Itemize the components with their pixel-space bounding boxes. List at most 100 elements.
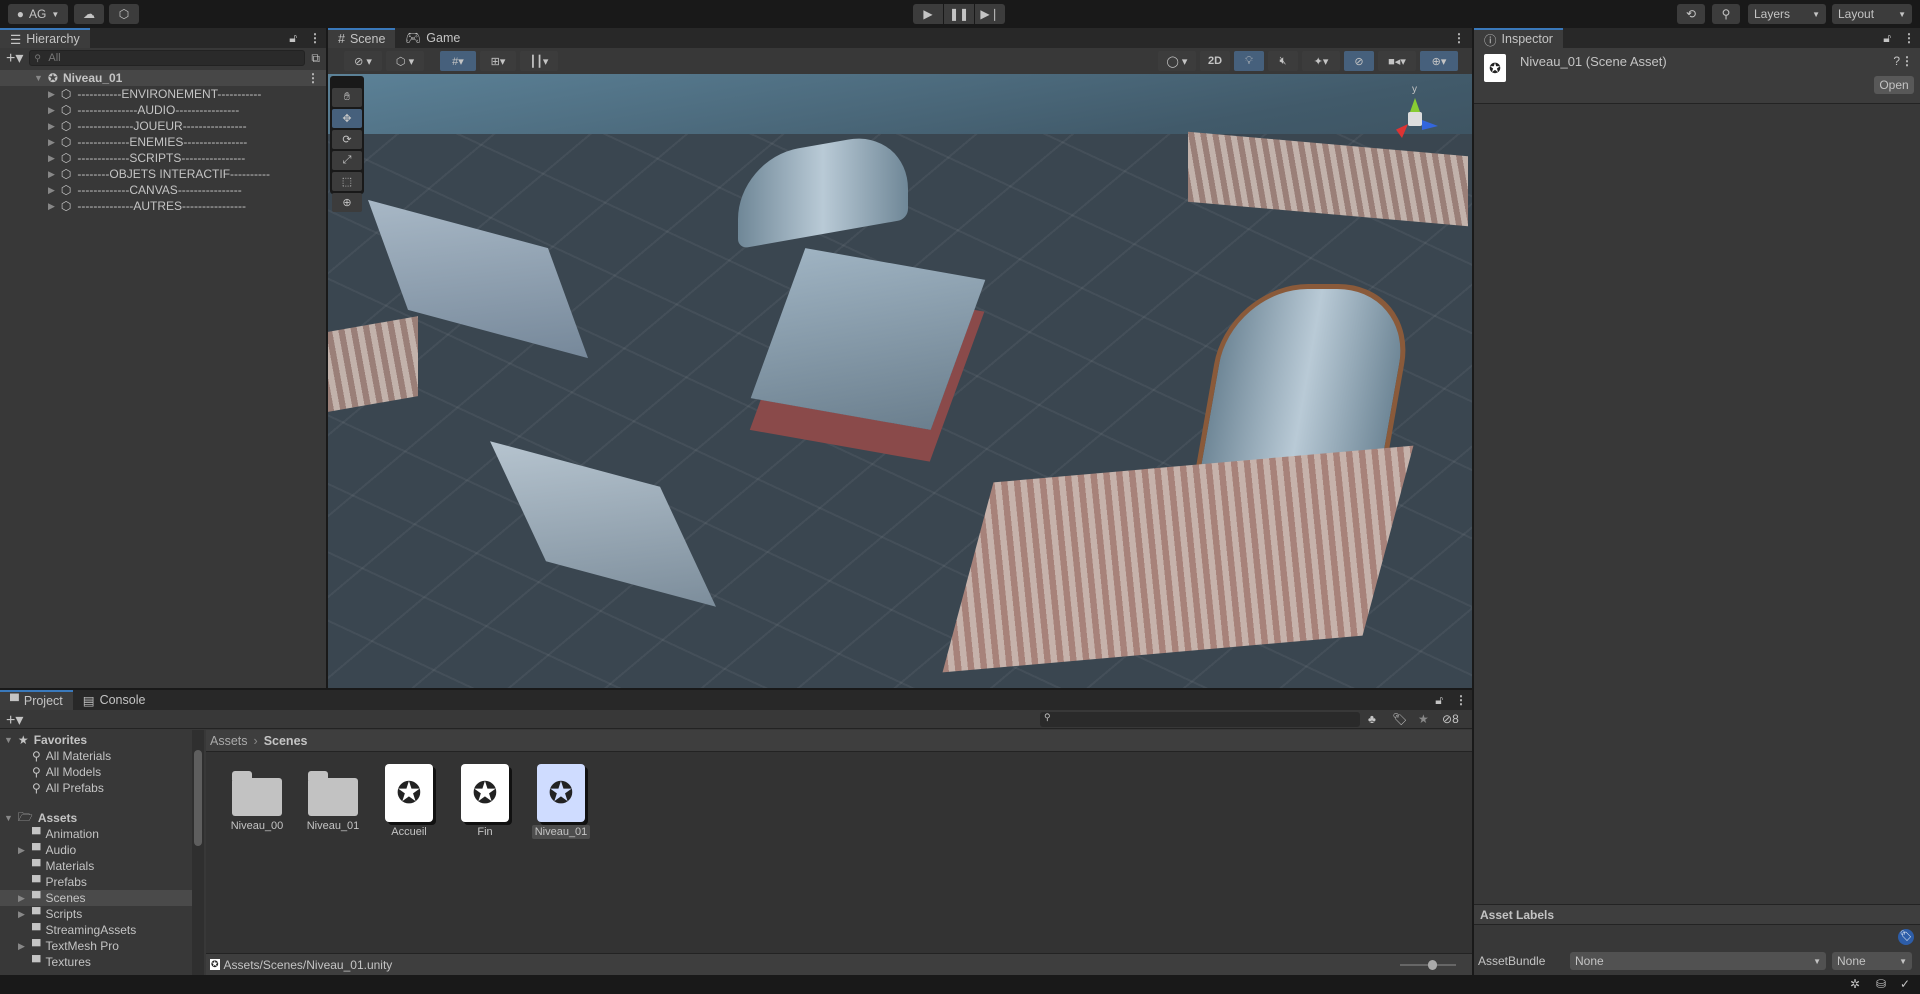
hierarchy-item[interactable]: ▶ ⬡ --------------JOUEUR---------------- — [0, 118, 326, 134]
account-button[interactable]: ● AG ▼ — [8, 4, 68, 24]
asset-folder-item[interactable]: ▶ ▀ TextMesh Pro — [0, 938, 192, 954]
open-button[interactable]: Open — [1874, 76, 1914, 94]
layers-dropdown[interactable]: Layers ▼ — [1748, 4, 1826, 24]
scale-tool[interactable]: ⤢ — [332, 151, 362, 170]
tab-scene[interactable]: # Scene — [328, 28, 396, 48]
hierarchy-item[interactable]: ▶ ⬡ -----------ENVIRONEMENT----------- — [0, 86, 326, 102]
asset-folder-item[interactable]: ▀ Textures — [0, 954, 192, 970]
rect-tool[interactable]: ⬚ — [332, 172, 362, 191]
asset-tile[interactable]: ✪ Niveau_01 — [526, 762, 596, 839]
history-button[interactable]: ⟲ — [1677, 4, 1705, 24]
project-tree-scrollbar[interactable] — [192, 730, 204, 975]
rotate-tool[interactable]: ⟳ — [332, 130, 362, 149]
tool-handle-dropdown[interactable]: ⊘ ▾ — [344, 51, 382, 71]
lock-icon[interactable]: 🔓︎ — [1429, 690, 1449, 710]
snap-dropdown[interactable]: ⊞▾ — [480, 51, 516, 71]
step-button[interactable]: ▶❘ — [975, 4, 1005, 24]
tab-inspector[interactable]: ⓘ Inspector — [1474, 28, 1563, 48]
cloud-button[interactable]: ☁ — [74, 4, 104, 24]
asset-folder-item[interactable]: ▶ ▀ Scripts — [0, 906, 192, 922]
tab-game[interactable]: 🎮︎ Game — [395, 28, 470, 48]
expand-arrow-icon[interactable]: ▶ — [48, 169, 55, 180]
expand-arrow-icon[interactable]: ▶ — [48, 121, 55, 132]
add-button[interactable]: +▾ — [6, 710, 23, 730]
hidden-packages-icon[interactable]: ⊘8 — [1442, 712, 1459, 726]
lighting-toggle[interactable]: 💡︎ — [1234, 51, 1264, 71]
scene-root-row[interactable]: ▼ ✪ Niveau_01 ⋮ — [0, 70, 326, 86]
favorite-item[interactable]: ⚲ All Materials — [0, 748, 192, 764]
assets-header[interactable]: ▼ 🗁 Assets — [0, 810, 192, 826]
asset-folder-item[interactable]: ▶ ▀ Scenes — [0, 890, 192, 906]
layout-dropdown[interactable]: Layout ▼ — [1832, 4, 1912, 24]
expand-arrow-icon[interactable]: ▶ — [18, 845, 27, 856]
search-button[interactable]: ⚲ — [1712, 4, 1740, 24]
check-circle-icon[interactable]: ✓ — [1900, 977, 1910, 991]
cache-icon[interactable]: ⛁ — [1876, 977, 1886, 991]
expand-arrow-icon[interactable]: ▶ — [48, 105, 55, 116]
asset-variant-dropdown[interactable]: None ▼ — [1832, 952, 1912, 970]
expand-arrow-icon[interactable]: ▶ — [48, 185, 55, 196]
expand-arrow-icon[interactable]: ▶ — [48, 153, 55, 164]
debug-icon[interactable]: ✲ — [1850, 977, 1860, 991]
favorite-item[interactable]: ⚲ All Prefabs — [0, 780, 192, 796]
expand-arrow-icon[interactable]: ▼ — [34, 73, 43, 83]
camera-dropdown[interactable]: ■◂▾ — [1378, 51, 1416, 71]
toggle-2d-button[interactable]: 2D — [1200, 51, 1230, 71]
asset-folder-item[interactable]: ▀ Materials — [0, 858, 192, 874]
maximize-icon[interactable]: ⧉ — [311, 51, 320, 66]
expand-arrow-icon[interactable]: ▶ — [48, 89, 55, 100]
expand-arrow-icon[interactable]: ▶ — [48, 137, 55, 148]
grid-snap-dropdown[interactable]: #▾ — [440, 51, 476, 71]
hierarchy-item[interactable]: ▶ ⬡ -------------SCRIPTS---------------- — [0, 150, 326, 166]
asset-tile[interactable]: ✪ Accueil — [374, 762, 444, 838]
more-menu-icon[interactable]: ⋮ — [307, 71, 326, 85]
increment-snap-dropdown[interactable]: ┃┃▾ — [520, 51, 558, 71]
filter-type-icon[interactable]: ♣ — [1368, 712, 1376, 726]
shading-mode-dropdown[interactable]: ◯ ▾ — [1158, 51, 1196, 71]
more-menu-icon[interactable]: ⋮ — [1445, 28, 1472, 48]
expand-arrow-icon[interactable]: ▶ — [18, 941, 27, 952]
filter-label-icon[interactable]: 🏷︎ — [1392, 712, 1407, 726]
hidden-objects-toggle[interactable]: ⊘ — [1344, 51, 1374, 71]
asset-tile[interactable]: Niveau_01 — [298, 762, 368, 832]
audio-toggle[interactable]: 🔇︎ — [1268, 51, 1298, 71]
lock-icon[interactable]: 🔓︎ — [283, 28, 303, 48]
lock-icon[interactable]: 🔓︎ — [1877, 28, 1897, 48]
hand-tool[interactable]: ✋︎ — [332, 88, 362, 107]
asset-folder-item[interactable]: ▀ Prefabs — [0, 874, 192, 890]
favorites-header[interactable]: ▼ ★ Favorites — [0, 732, 192, 748]
asset-tile[interactable]: Niveau_00 — [222, 762, 292, 832]
asset-folder-item[interactable]: ▶ ▀ Audio — [0, 842, 192, 858]
tab-hierarchy[interactable]: ☰ Hierarchy — [0, 28, 90, 48]
pivot-dropdown[interactable]: ⬡ ▾ — [386, 51, 424, 71]
add-button[interactable]: +▾ — [6, 48, 23, 68]
asset-tile[interactable]: ✪ Fin — [450, 762, 520, 838]
collab-button[interactable]: ⬡ — [109, 4, 139, 24]
favorite-item[interactable]: ⚲ All Models — [0, 764, 192, 780]
tab-console[interactable]: ▤ Console — [73, 690, 156, 710]
hierarchy-search-input[interactable]: ⚲ All — [29, 50, 306, 66]
tag-icon[interactable]: 🏷︎ — [1898, 929, 1914, 945]
hierarchy-item[interactable]: ▶ ⬡ -------------ENEMIES---------------- — [0, 134, 326, 150]
more-menu-icon[interactable]: ⋮ — [1449, 690, 1472, 710]
effects-dropdown[interactable]: ✦▾ — [1302, 51, 1340, 71]
hierarchy-item[interactable]: ▶ ⬡ -------------CANVAS---------------- — [0, 182, 326, 198]
hierarchy-item[interactable]: ▶ ⬡ --------OBJETS INTERACTIF---------- — [0, 166, 326, 182]
project-search-input[interactable]: ⚲ — [1040, 712, 1360, 727]
gizmos-dropdown[interactable]: ⊕▾ — [1420, 51, 1458, 71]
pause-button[interactable]: ❚❚ — [944, 4, 974, 24]
play-button[interactable]: ▶ — [913, 4, 943, 24]
tab-project[interactable]: ▀ Project — [0, 690, 73, 710]
transform-tool[interactable]: ⊕ — [332, 193, 362, 212]
hierarchy-item[interactable]: ▶ ⬡ ---------------AUDIO---------------- — [0, 102, 326, 118]
expand-arrow-icon[interactable]: ▶ — [18, 909, 27, 920]
expand-arrow-icon[interactable]: ▶ — [18, 893, 27, 904]
more-menu-icon[interactable]: ⋮ — [1901, 54, 1913, 68]
asset-folder-item[interactable]: ▀ StreamingAssets — [0, 922, 192, 938]
move-tool[interactable]: ✥ — [332, 109, 362, 128]
hierarchy-item[interactable]: ▶ ⬡ --------------AUTRES---------------- — [0, 198, 326, 214]
expand-arrow-icon[interactable]: ▶ — [48, 201, 55, 212]
asset-bundle-dropdown[interactable]: None ▼ — [1570, 952, 1826, 970]
scene-viewport[interactable]: ✋︎ ✥ ⟳ ⤢ ⬚ ⊕ y — [328, 74, 1472, 688]
more-menu-icon[interactable]: ⋮ — [303, 28, 326, 48]
